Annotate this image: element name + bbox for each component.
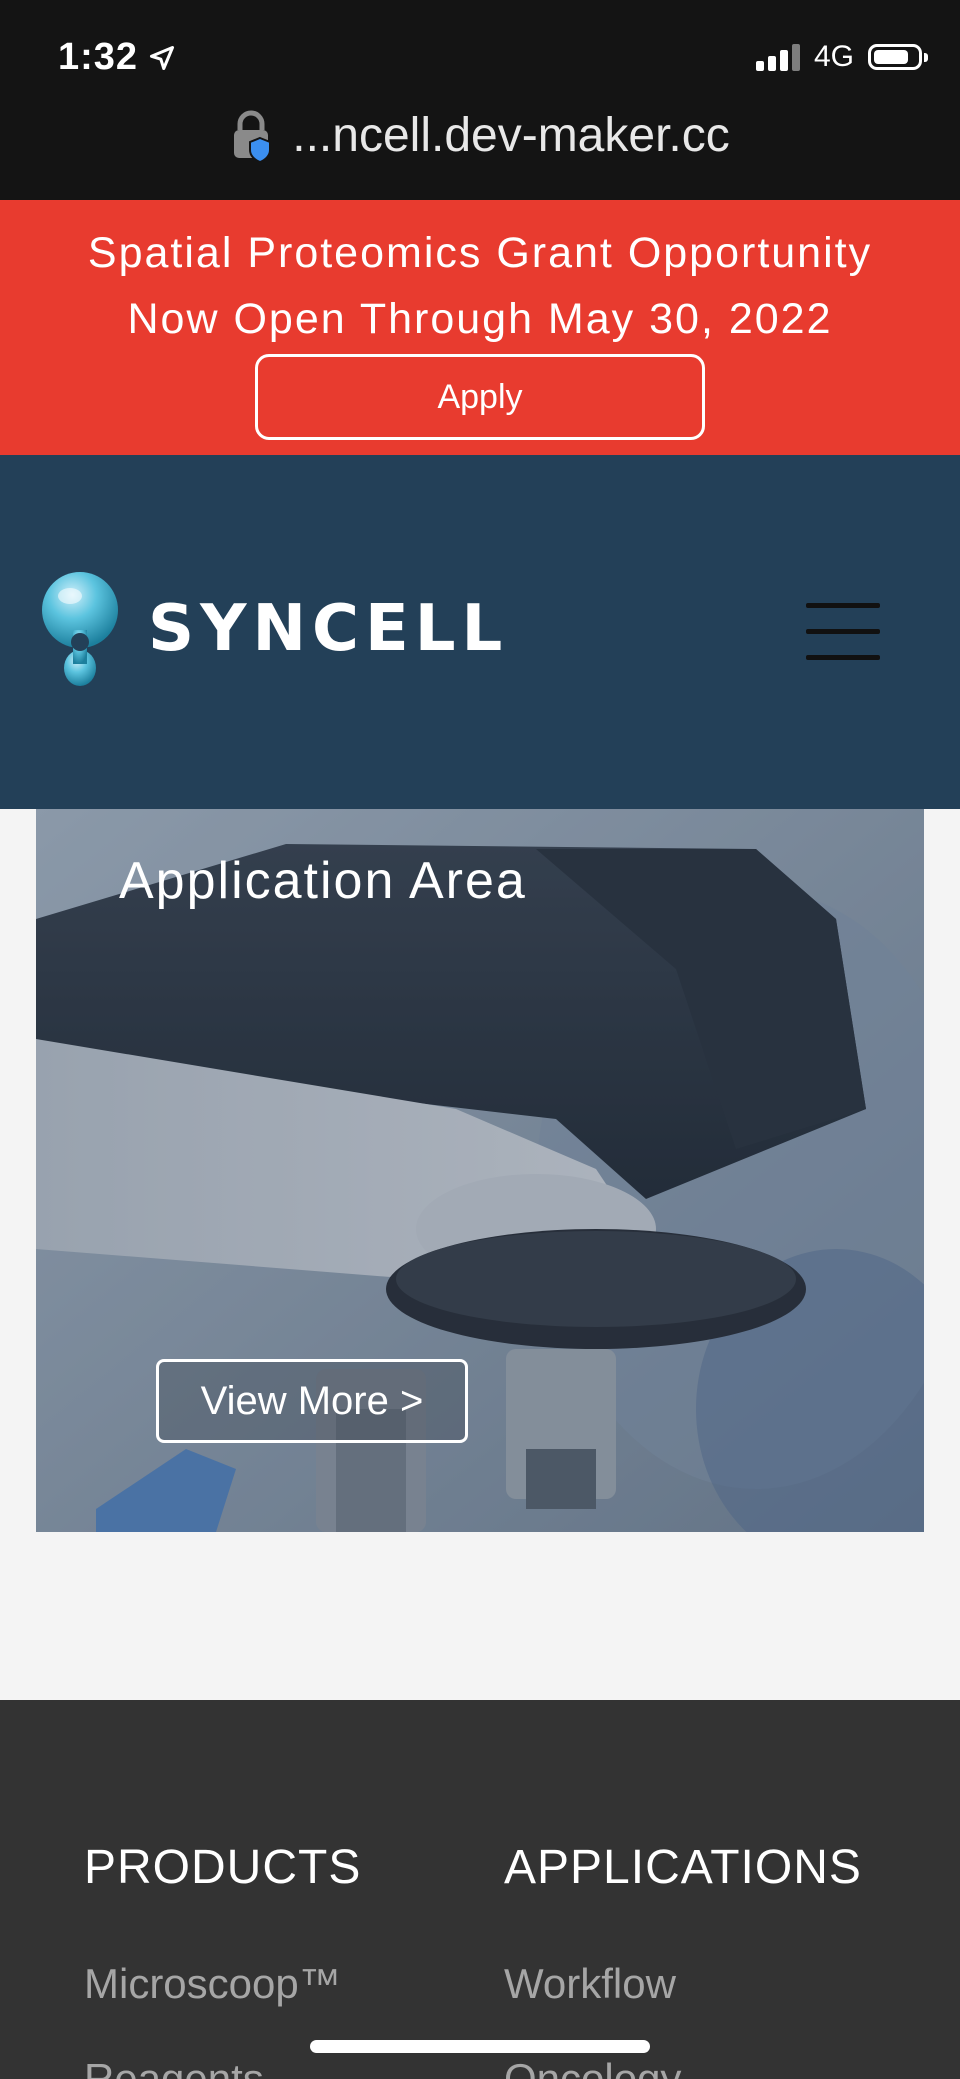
time-label: 1:32 (58, 36, 139, 78)
footer-link-oncology[interactable]: Oncology (504, 2055, 681, 2079)
footer-link-microscoop[interactable]: Microscoop™ (84, 1960, 341, 2008)
application-area-card[interactable]: Application Area View More > (36, 809, 924, 1532)
home-indicator[interactable] (310, 2040, 650, 2053)
view-more-button[interactable]: View More > (156, 1359, 468, 1443)
footer-products-title: PRODUCTS (84, 1841, 362, 1894)
footer-link-workflow[interactable]: Workflow (504, 1960, 676, 2008)
logo-wordmark: SYNCELL (148, 592, 509, 666)
status-bar: 1:32 4G ...ncell.dev-maker.cc (0, 0, 960, 200)
site-footer: PRODUCTS Microscoop™ Reagents APPLICATIO… (0, 1700, 960, 2079)
battery-icon (868, 44, 928, 70)
apply-button[interactable]: Apply (255, 354, 705, 440)
hamburger-menu-icon[interactable] (806, 603, 880, 661)
url-bar[interactable]: ...ncell.dev-maker.cc (0, 108, 960, 163)
cellular-signal-icon (755, 43, 800, 71)
hero-title: Application Area (119, 852, 527, 910)
location-arrow-icon (150, 45, 175, 70)
lock-shield-icon (234, 110, 272, 162)
status-indicators: 4G (755, 40, 928, 74)
footer-applications-title: APPLICATIONS (504, 1841, 862, 1894)
page: 1:32 4G ...ncell.dev-maker.cc Spatial Pr… (0, 0, 960, 2079)
droplet-logo-icon (42, 572, 118, 686)
url-text[interactable]: ...ncell.dev-maker.cc (292, 108, 729, 163)
status-time: 1:32 (58, 36, 176, 79)
banner-line-1: Spatial Proteomics Grant Opportunity (87, 229, 873, 277)
site-header: SYNCELL (0, 455, 960, 809)
footer-link-reagents[interactable]: Reagents (84, 2055, 264, 2079)
syncell-logo[interactable]: SYNCELL (40, 570, 508, 688)
banner-line-2: Now Open Through May 30, 2022 (127, 295, 833, 343)
network-label: 4G (813, 40, 854, 73)
